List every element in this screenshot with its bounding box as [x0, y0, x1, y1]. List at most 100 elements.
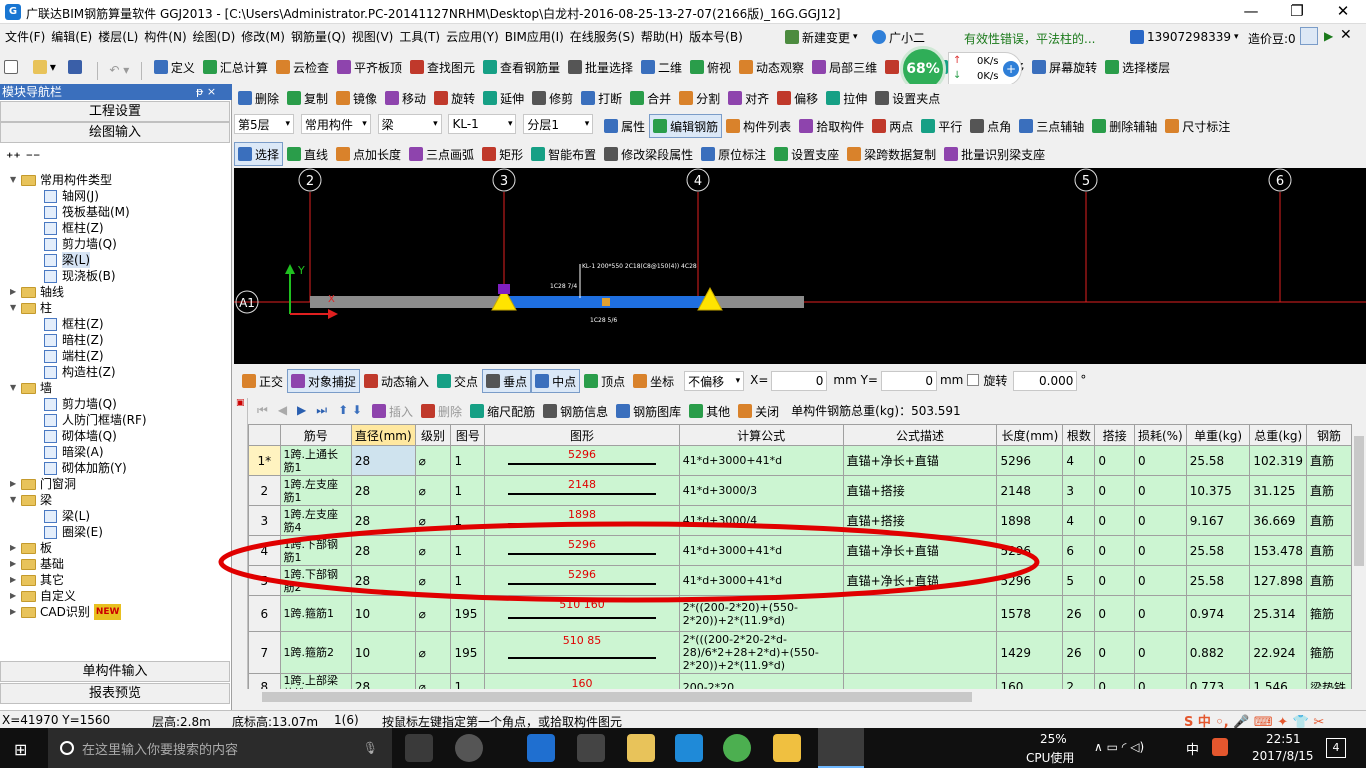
- tree-item-20[interactable]: ▼ 梁: [10, 492, 52, 508]
- toolbar4-button-7[interactable]: 原位标注: [697, 142, 770, 166]
- cell-cnt[interactable]: 3: [1062, 475, 1096, 506]
- single-component-input-button[interactable]: 单构件输入: [0, 661, 230, 682]
- cell-n[interactable]: 8: [248, 673, 281, 689]
- cell-formula[interactable]: 2*(((200-2*20-2*d-28)/6*2+28+2*d)+(550-2…: [678, 631, 844, 674]
- cell-loss[interactable]: 0: [1133, 565, 1187, 596]
- tree-item-10[interactable]: 暗柱(Z): [44, 332, 104, 348]
- store-icon[interactable]: [577, 734, 605, 762]
- clock-time[interactable]: 22:51: [1266, 732, 1301, 746]
- toolbar3-items-button-2[interactable]: 构件列表: [722, 114, 795, 138]
- cell-len[interactable]: 1429: [996, 631, 1064, 674]
- tree-item-23[interactable]: ▶ 板: [10, 540, 52, 556]
- menu-item-1[interactable]: 编辑(E): [48, 25, 95, 49]
- menu-item-9[interactable]: 云应用(Y): [443, 25, 502, 49]
- cell-loss[interactable]: 0: [1133, 505, 1187, 536]
- menu-item-5[interactable]: 修改(M): [238, 25, 288, 49]
- grid-tool-button-3[interactable]: 钢筋信息: [539, 399, 612, 423]
- cell-n[interactable]: 7: [248, 631, 281, 674]
- toolbar1-button-5[interactable]: 查看钢筋量: [479, 55, 564, 79]
- cell-desc[interactable]: [842, 673, 998, 689]
- y-input[interactable]: 0: [880, 371, 937, 391]
- tree-item-21[interactable]: 梁(L): [44, 508, 90, 524]
- close-button[interactable]: ✕: [1320, 0, 1366, 24]
- column-header-12[interactable]: 单重(kg): [1185, 424, 1251, 446]
- column-header-7[interactable]: 公式描述: [842, 424, 998, 446]
- cell-shape[interactable]: 510 85: [484, 631, 680, 674]
- report-preview-button[interactable]: 报表预览: [0, 683, 230, 704]
- cell-kind[interactable]: 直筋: [1306, 565, 1352, 596]
- cell-len[interactable]: 5296: [996, 445, 1064, 476]
- cell-n[interactable]: 2: [248, 475, 281, 506]
- toolbar1-button-3[interactable]: 平齐板顶: [333, 55, 406, 79]
- cell-total[interactable]: 127.898: [1249, 565, 1307, 596]
- tree-item-14[interactable]: 剪力墙(Q): [44, 396, 117, 412]
- cell-unit[interactable]: 25.58: [1185, 445, 1251, 476]
- cell-unit[interactable]: 0.882: [1185, 631, 1251, 674]
- last-record-icon[interactable]: ⏭: [316, 403, 327, 418]
- tree-item-22[interactable]: 圈梁(E): [44, 524, 103, 540]
- tree-item-13[interactable]: ▼ 墙: [10, 380, 52, 396]
- prev-record-icon[interactable]: ◀: [278, 403, 287, 417]
- toolbar2-button-10[interactable]: 对齐: [724, 86, 773, 110]
- cell-desc[interactable]: 直锚+净长+直锚: [842, 445, 998, 476]
- taskview-icon[interactable]: [405, 734, 433, 762]
- cell-cnt[interactable]: 6: [1062, 535, 1096, 566]
- cell-name[interactable]: 1跨.箍筋2: [279, 631, 352, 674]
- cell-unit[interactable]: 9.167: [1185, 505, 1251, 536]
- column-header-9[interactable]: 根数: [1062, 424, 1096, 446]
- clock-date[interactable]: 2017/8/15: [1252, 749, 1314, 763]
- expand-icon[interactable]: ▶: [10, 476, 19, 492]
- toolbar1-button-4[interactable]: 查找图元: [406, 55, 479, 79]
- cell-lv[interactable]: ⌀: [414, 475, 452, 506]
- column-header-6[interactable]: 计算公式: [678, 424, 844, 446]
- cell-kind[interactable]: 梁垫铁: [1306, 673, 1352, 689]
- cell-kind[interactable]: 箍筋: [1306, 631, 1352, 674]
- grid-tool-button-6[interactable]: 关闭: [734, 399, 783, 423]
- toolbar3-items-button-3[interactable]: 拾取构件: [795, 114, 868, 138]
- column-header-5[interactable]: 图形: [484, 424, 680, 446]
- menu-item-11[interactable]: 在线服务(S): [567, 25, 638, 49]
- tree-item-2[interactable]: 筏板基础(M): [44, 204, 130, 220]
- cell-fig[interactable]: 195: [450, 631, 486, 674]
- toolbar1-button-1[interactable]: 汇总计算: [199, 55, 272, 79]
- tree-item-26[interactable]: ▶ 自定义: [10, 588, 76, 604]
- offset-select[interactable]: 不偏移 ▾: [684, 371, 745, 391]
- toolbar1-button-9[interactable]: 动态观察: [735, 55, 808, 79]
- toolbar3-items-button-1[interactable]: 编辑钢筋: [649, 114, 723, 138]
- cell-cnt[interactable]: 26: [1062, 631, 1096, 674]
- column-header-1[interactable]: 筋号: [279, 424, 352, 446]
- toolbar1-button-2[interactable]: 云检查: [272, 55, 333, 79]
- cell-d[interactable]: 10: [350, 631, 416, 674]
- collapse-icon[interactable]: ▼: [10, 300, 19, 316]
- price-bean[interactable]: 造价豆:0: [1248, 30, 1296, 47]
- column-header-8[interactable]: 长度(mm): [996, 424, 1064, 446]
- open-file-button[interactable]: ▾: [29, 55, 60, 79]
- help-icon[interactable]: [1300, 27, 1318, 45]
- snap-button-3[interactable]: 交点: [433, 369, 482, 393]
- cell-total[interactable]: 1.546: [1249, 673, 1307, 689]
- horizontal-scrollbar[interactable]: [248, 689, 1352, 705]
- cell-fig[interactable]: 1: [450, 475, 486, 506]
- grid-tool-button-0[interactable]: 插入: [368, 399, 417, 423]
- cell-loss[interactable]: 0: [1133, 631, 1187, 674]
- toolbar4-button-10[interactable]: 批量识别梁支座: [940, 142, 1049, 166]
- cell-cnt[interactable]: 4: [1062, 505, 1096, 536]
- toolbar4-button-8[interactable]: 设置支座: [770, 142, 843, 166]
- toolbar3-items-button-9[interactable]: 尺寸标注: [1161, 114, 1234, 138]
- toolbar4-button-0[interactable]: 选择: [234, 142, 284, 166]
- minimize-button[interactable]: —: [1228, 0, 1274, 24]
- cell-fig[interactable]: 1: [450, 445, 486, 476]
- drawing-canvas[interactable]: 2 3 4 5 6 A1 KL-1 200*550 2C18(C8@150(4)) 4C…: [234, 168, 1366, 364]
- maximize-button[interactable]: ❐: [1274, 0, 1320, 24]
- expand-all-icon[interactable]: ⁺⁺ ⁻⁻: [6, 150, 40, 166]
- cell-unit[interactable]: 0.974: [1185, 595, 1251, 632]
- toolbar1-button-14[interactable]: 屏幕旋转: [1028, 55, 1101, 79]
- toolbar3-items-button-4[interactable]: 两点: [868, 114, 917, 138]
- edge-browser-icon[interactable]: [527, 734, 555, 762]
- toolbar1-button-7[interactable]: 二维: [637, 55, 686, 79]
- cell-lap[interactable]: 0: [1094, 595, 1135, 632]
- drawing-input-button[interactable]: 绘图输入: [0, 122, 230, 143]
- column-header-13[interactable]: 总重(kg): [1249, 424, 1307, 446]
- toolbar4-button-2[interactable]: 点加长度: [332, 142, 405, 166]
- snap-button-6[interactable]: 顶点: [580, 369, 629, 393]
